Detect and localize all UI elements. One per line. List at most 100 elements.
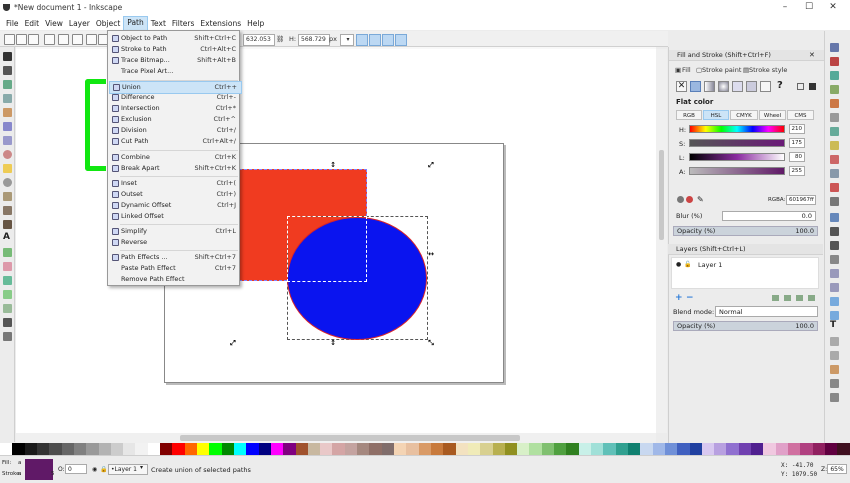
eraser-tool-icon[interactable] [3, 262, 12, 271]
palette-swatch[interactable] [24, 443, 37, 455]
3dbox-tool-icon[interactable] [3, 136, 12, 145]
alpha-slider[interactable] [689, 167, 785, 175]
palette-swatch[interactable] [689, 443, 702, 455]
zoom-out-icon[interactable] [830, 241, 839, 250]
zoom-input[interactable]: 65% [827, 464, 847, 474]
ungroup-icon[interactable] [830, 311, 839, 320]
palette-swatch[interactable] [184, 443, 197, 455]
x-input[interactable]: 632.053 [243, 34, 275, 46]
snap-smooth-icon[interactable] [830, 141, 839, 150]
palette-swatch[interactable] [98, 443, 111, 455]
menu-extensions[interactable]: Extensions [197, 17, 244, 30]
palette-swatch[interactable] [332, 443, 345, 455]
menu-item-object-to-path[interactable]: Object to Path Shift+Ctrl+C [109, 33, 240, 44]
mesh-gradient-icon[interactable] [732, 81, 743, 92]
gradient-tool-icon[interactable] [3, 290, 12, 299]
snap-grid-icon[interactable] [830, 213, 839, 222]
layer-opacity-bar[interactable]: Opacity (%) 100.0 [673, 321, 818, 331]
unset-paint-icon[interactable]: ? [777, 80, 783, 91]
palette-swatch[interactable] [701, 443, 715, 455]
measure-tool-icon[interactable] [3, 108, 12, 117]
menu-object[interactable]: Object [93, 17, 123, 30]
palette-swatch[interactable] [0, 443, 13, 455]
blur-input[interactable]: 0.0 [722, 211, 816, 221]
layer-visibility-status-icon[interactable]: ◉ [92, 466, 97, 473]
palette-swatch[interactable] [627, 443, 641, 455]
rect-tool-icon[interactable] [3, 122, 12, 131]
fill-swatch[interactable] [25, 459, 53, 480]
no-paint-icon[interactable]: ✕ [676, 81, 687, 92]
group-icon[interactable] [830, 297, 839, 306]
palette-swatch[interactable] [591, 443, 604, 455]
scale-handle-sw-icon[interactable]: ⤢ [230, 340, 236, 347]
close-button[interactable]: ✕ [826, 2, 840, 12]
alpha-value[interactable]: 255 [789, 166, 805, 176]
snap-bbox-icon[interactable] [830, 57, 839, 66]
palette-swatch[interactable] [320, 443, 333, 455]
scale-handle-ne-icon[interactable]: ⤢ [428, 162, 434, 169]
snap-page-icon[interactable] [830, 197, 839, 206]
mode-hsl[interactable]: HSL [703, 110, 729, 120]
transform-patterns-icon[interactable] [395, 34, 407, 46]
palette-swatch[interactable] [541, 443, 555, 455]
menu-item-difference[interactable]: Difference Ctrl+- [109, 92, 240, 103]
palette-swatch[interactable] [270, 443, 284, 455]
menu-item-cut-path[interactable]: Cut Path Ctrl+Alt+/ [109, 136, 240, 147]
mode-cmyk[interactable]: CMYK [730, 110, 758, 120]
palette-swatch[interactable] [233, 443, 247, 455]
fill-rule-evenodd-icon[interactable] [797, 83, 804, 90]
zoom-in-icon[interactable] [830, 227, 839, 236]
palette-swatch[interactable] [406, 443, 419, 455]
minimize-button[interactable]: – [778, 2, 792, 12]
palette-swatch[interactable] [517, 443, 530, 455]
align-icon[interactable] [830, 351, 839, 360]
spiral-tool-icon[interactable] [3, 178, 12, 187]
palette-swatch[interactable] [775, 443, 788, 455]
palette-swatch[interactable] [73, 443, 87, 455]
rgba-input[interactable]: 601967ff [786, 195, 816, 205]
layer-dropdown-icon[interactable]: ▾ [140, 464, 143, 471]
palette-swatch[interactable] [197, 443, 210, 455]
layer-bottom-icon[interactable] [772, 295, 779, 301]
menu-item-remove-path-effect[interactable]: Remove Path Effect [109, 274, 240, 285]
vertical-scroll-thumb[interactable] [659, 150, 664, 240]
menu-item-exclusion[interactable]: Exclusion Ctrl+^ [109, 114, 240, 125]
palette-swatch[interactable] [160, 443, 173, 455]
palette-swatch[interactable] [394, 443, 407, 455]
menu-help[interactable]: Help [244, 17, 267, 30]
snap-centers-icon[interactable] [830, 169, 839, 178]
palette-swatch[interactable] [246, 443, 259, 455]
palette-swatch[interactable] [344, 443, 358, 455]
palette-swatch[interactable] [677, 443, 690, 455]
menu-item-combine[interactable]: Combine Ctrl+K [109, 152, 240, 163]
palette-swatch[interactable] [738, 443, 752, 455]
palette-swatch[interactable] [788, 443, 801, 455]
snap-intersections-icon[interactable] [830, 127, 839, 136]
bucket-tool-icon[interactable] [3, 276, 12, 285]
snap-corners-icon[interactable] [830, 85, 839, 94]
palette-swatch[interactable] [381, 443, 394, 455]
palette-swatch[interactable] [566, 443, 579, 455]
lightness-slider[interactable] [689, 153, 785, 161]
transform-stroke-icon[interactable] [356, 34, 368, 46]
palette-swatch[interactable] [664, 443, 678, 455]
palette-swatch[interactable] [603, 443, 616, 455]
menu-item-stroke-to-path[interactable]: Stroke to Path Ctrl+Alt+C [109, 44, 240, 55]
tab-fill[interactable]: Fill [682, 66, 691, 74]
menu-item-reverse[interactable]: Reverse [109, 237, 240, 248]
mode-cms[interactable]: CMS [787, 110, 814, 120]
transform-gradients-icon[interactable] [382, 34, 394, 46]
tab-stroke-paint[interactable]: Stroke paint [702, 66, 741, 74]
menu-text[interactable]: Text [148, 17, 169, 30]
menu-edit[interactable]: Edit [22, 17, 43, 30]
saturation-value[interactable]: 175 [789, 138, 805, 148]
palette-swatch[interactable] [110, 443, 124, 455]
fill-tab-icon[interactable]: ▣ [675, 66, 681, 74]
palette-swatch[interactable] [209, 443, 222, 455]
palette-swatch[interactable] [615, 443, 628, 455]
palette-swatch[interactable] [837, 443, 850, 455]
scale-handle-right-icon[interactable]: ↔ [428, 251, 434, 258]
palette-swatch[interactable] [812, 443, 825, 455]
palette-swatch[interactable] [714, 443, 727, 455]
palette-swatch[interactable] [295, 443, 308, 455]
